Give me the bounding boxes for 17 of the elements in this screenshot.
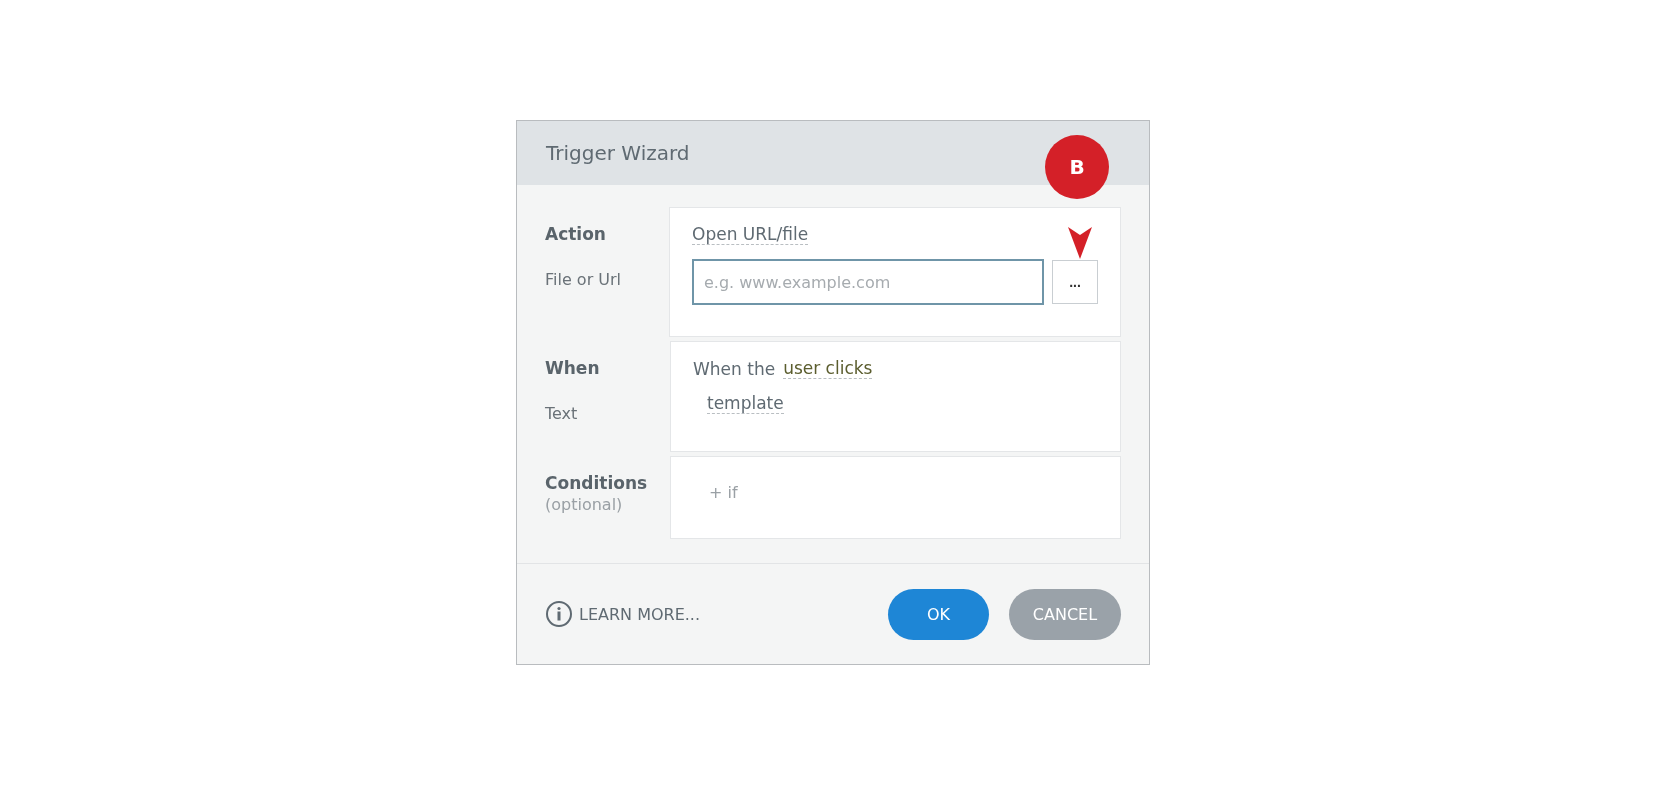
field-label: Text bbox=[545, 404, 579, 423]
when-prefix: When the bbox=[693, 358, 776, 379]
action-value[interactable]: Open URL/file bbox=[692, 224, 809, 245]
section-label: Action bbox=[545, 224, 607, 244]
learn-more-link[interactable]: LEARN MORE... bbox=[545, 600, 701, 628]
browse-button[interactable]: ... bbox=[1052, 260, 1098, 304]
target-value[interactable]: template bbox=[707, 393, 784, 414]
ok-button[interactable]: OK bbox=[888, 588, 989, 640]
url-field[interactable]: e.g. www.example.com bbox=[692, 259, 1044, 305]
section-label: When bbox=[545, 358, 601, 378]
when-value[interactable]: user clicks bbox=[783, 358, 873, 379]
field-label: (optional) bbox=[545, 495, 624, 514]
window-title: Trigger Wizard bbox=[546, 141, 690, 165]
callout-arrow-icon bbox=[1068, 227, 1092, 259]
section-label: Conditions bbox=[545, 473, 649, 493]
info-icon bbox=[545, 600, 573, 628]
field-label: File or Url bbox=[545, 270, 623, 289]
